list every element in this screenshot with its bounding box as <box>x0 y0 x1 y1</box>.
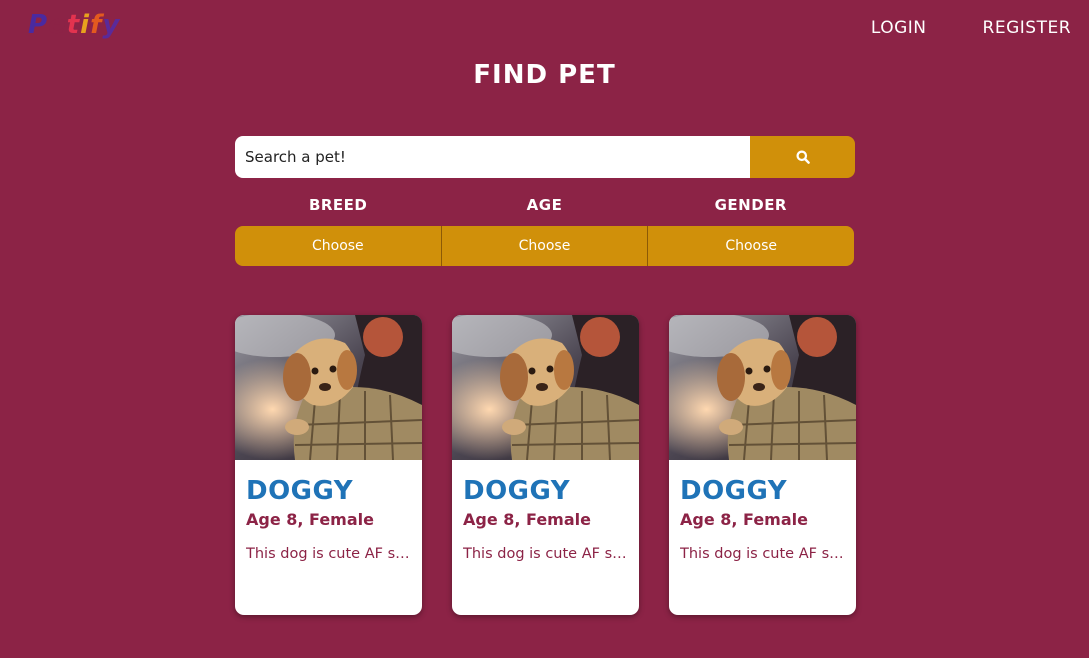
logo-letter: e <box>48 10 67 40</box>
pet-card[interactable]: DOGGY Age 8, Female This dog is cute AF … <box>452 315 639 615</box>
filter-label-age: AGE <box>526 196 563 214</box>
filter-label-breed: BREED <box>308 196 368 214</box>
page-title: FIND PET <box>473 60 616 90</box>
pet-photo <box>669 315 856 460</box>
pet-age-gender: Age 8, Female <box>463 510 591 529</box>
pet-name: DOGGY <box>680 476 788 506</box>
pet-card[interactable]: DOGGY Age 8, Female This dog is cute AF … <box>235 315 422 615</box>
pet-name: DOGGY <box>246 476 354 506</box>
filter-label-gender: GENDER <box>714 196 787 214</box>
pet-card[interactable]: DOGGY Age 8, Female This dog is cute AF … <box>669 315 856 615</box>
pet-description: This dog is cute AF so... <box>680 546 846 562</box>
gender-choose-button[interactable]: Choose <box>648 226 854 266</box>
search-bar <box>235 136 855 178</box>
logo-letter: f <box>90 10 103 40</box>
pet-name: DOGGY <box>463 476 571 506</box>
logo-letter: y <box>102 10 121 40</box>
pet-card-list: DOGGY Age 8, Female This dog is cute AF … <box>235 315 856 615</box>
pet-age-gender: Age 8, Female <box>680 510 808 529</box>
search-icon <box>796 150 810 164</box>
login-link[interactable]: LOGIN <box>871 18 927 38</box>
logo-letter: i <box>80 10 91 40</box>
app-logo[interactable]: P e t i f y <box>28 10 120 40</box>
search-button[interactable] <box>750 136 855 178</box>
pet-description: This dog is cute AF so... <box>246 546 412 562</box>
pet-description: This dog is cute AF so... <box>463 546 629 562</box>
logo-letter: t <box>66 10 81 40</box>
logo-letter: P <box>28 10 49 40</box>
pet-photo <box>452 315 639 460</box>
filter-buttons: Choose Choose Choose <box>235 226 854 266</box>
search-input[interactable] <box>235 136 750 178</box>
pet-photo <box>235 315 422 460</box>
pet-age-gender: Age 8, Female <box>246 510 374 529</box>
register-link[interactable]: REGISTER <box>983 18 1071 38</box>
top-nav: LOGIN REGISTER <box>871 18 1071 38</box>
breed-choose-button[interactable]: Choose <box>235 226 442 266</box>
age-choose-button[interactable]: Choose <box>442 226 649 266</box>
filters: BREED AGE GENDER Choose Choose Choose <box>235 196 854 266</box>
